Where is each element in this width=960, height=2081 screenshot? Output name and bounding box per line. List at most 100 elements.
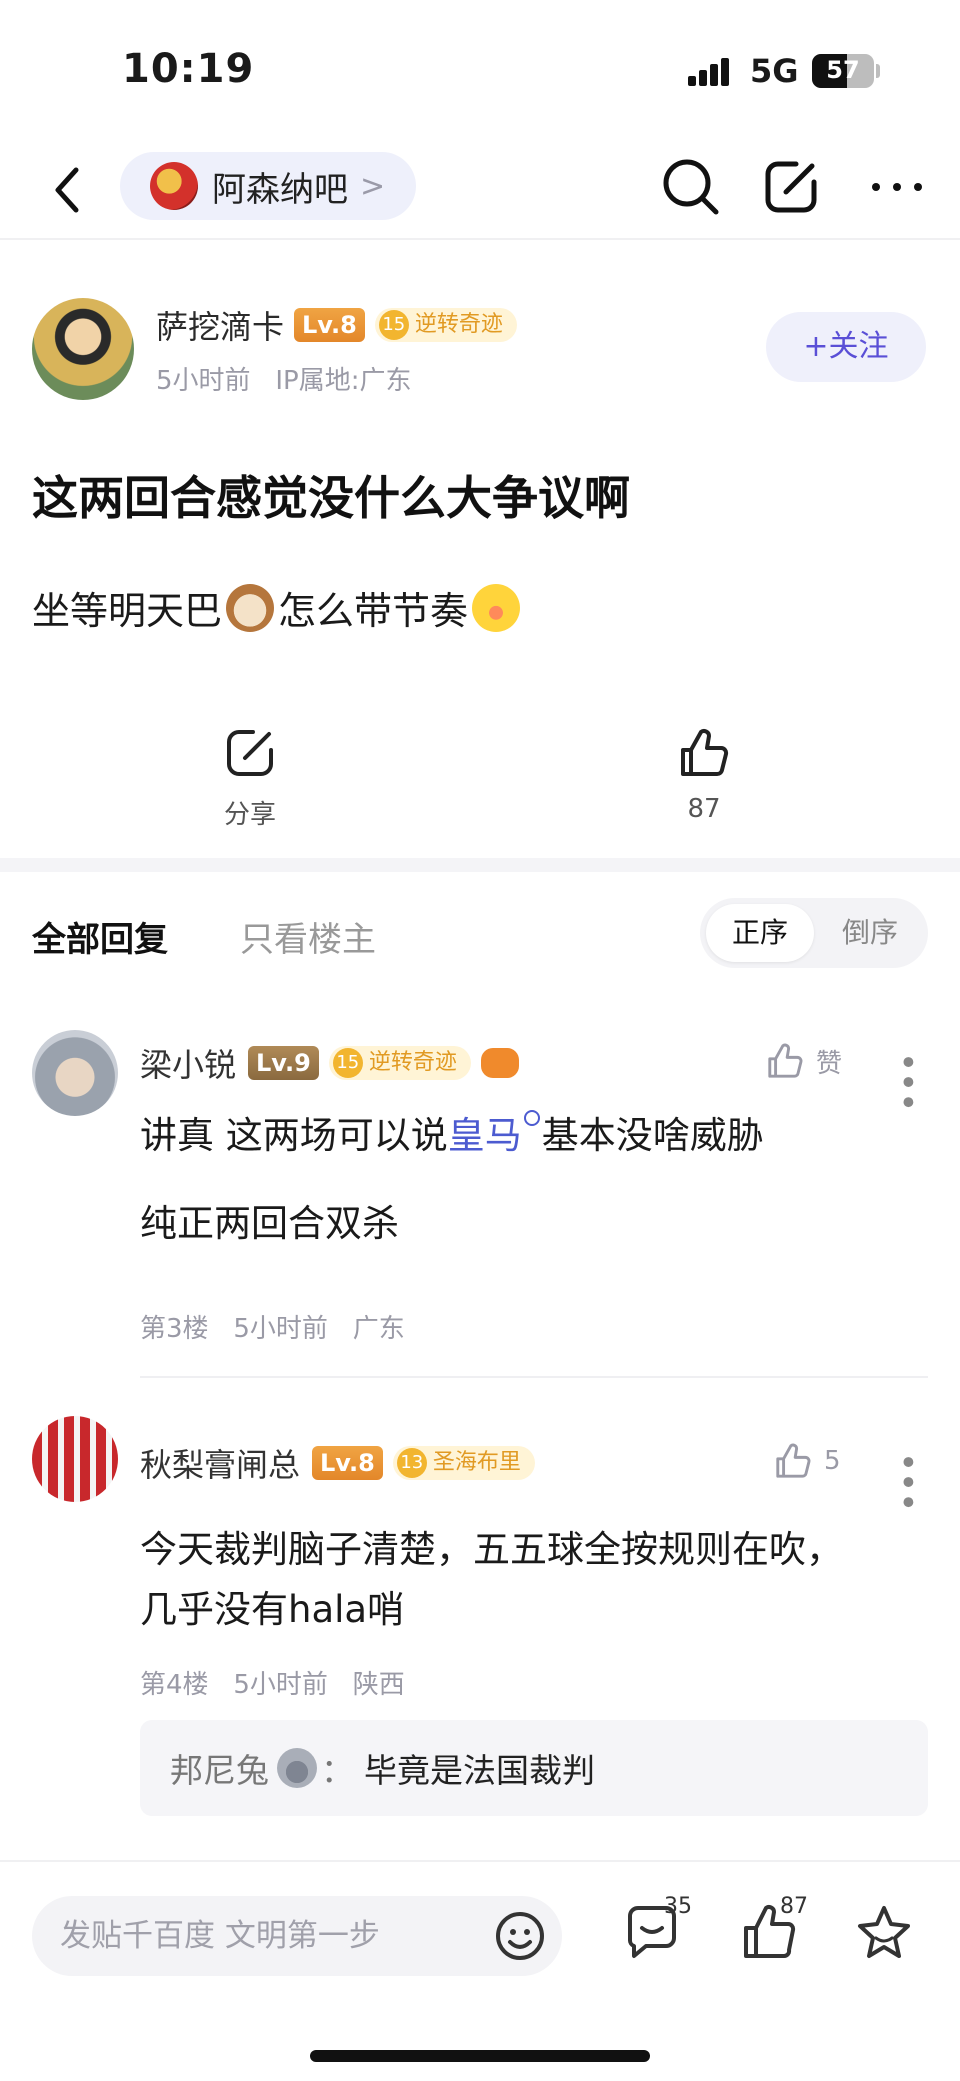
comment-text-line: 纯正两回合双杀: [140, 1202, 399, 1245]
dog-emoji-icon: [226, 583, 275, 632]
title-badge: 13 圣海布里: [392, 1446, 535, 1480]
title-badge: 15 逆转奇迹: [328, 1046, 471, 1080]
search-icon[interactable]: [656, 152, 726, 222]
comment-author[interactable]: 梁小锐: [140, 1040, 236, 1086]
tab-all-replies[interactable]: 全部回复: [32, 912, 168, 961]
share-icon: [227, 730, 273, 776]
comment-text-line: 今天裁判脑子清楚，五五球全按规则在吹，: [140, 1528, 843, 1571]
battery-level: 57: [826, 56, 860, 84]
comment-divider: [140, 1376, 928, 1378]
comment-like-button[interactable]: 赞: [764, 1040, 842, 1082]
comment-like-label: 赞: [816, 1048, 843, 1079]
thumbs-up-icon: [768, 1043, 803, 1078]
title-badge: 15 逆转奇迹: [374, 308, 517, 342]
battery-tip: [876, 64, 880, 78]
like-count: 87: [687, 794, 721, 824]
signal-icon: [688, 56, 738, 86]
battery-icon: 57: [812, 54, 874, 88]
network-label: 5G: [750, 52, 799, 90]
comment-header: 梁小锐 Lv.9 15 逆转奇迹: [140, 1040, 519, 1086]
comment-text-line: 几乎没有hala哨: [140, 1588, 405, 1631]
more-vertical-icon[interactable]: •••: [887, 1452, 927, 1512]
chevron-right-icon: >: [360, 168, 386, 204]
title-text: 逆转奇迹: [414, 312, 503, 337]
floor-number: 第3楼: [140, 1314, 209, 1344]
home-indicator: [310, 2050, 650, 2062]
thumbs-up-icon: [776, 1443, 811, 1478]
sub-reply[interactable]: 邦尼兔 ： 毕竟是法国裁判: [140, 1720, 928, 1816]
share-button[interactable]: 分享: [180, 724, 320, 831]
post-author-row: 萨挖滴卡 Lv.8 15 逆转奇迹 5小时前 IP属地:广东 +关注: [0, 290, 960, 410]
comment-time: 5小时前: [233, 1670, 328, 1700]
comment-header: 秋梨膏闸总 Lv.8 13 圣海布里: [140, 1440, 535, 1486]
sort-toggle: 正序 倒序: [700, 898, 928, 968]
post-body-part1: 坐等明天巴: [32, 589, 223, 633]
comment-meta: 第3楼 5小时前 广东: [140, 1308, 405, 1345]
comment-text-part: 基本没啥威胁: [541, 1114, 764, 1157]
author-name-row: 萨挖滴卡 Lv.8 15 逆转奇迹: [156, 302, 517, 348]
back-icon[interactable]: [40, 160, 100, 220]
emoji-picker-icon[interactable]: [492, 1908, 548, 1964]
share-label: 分享: [223, 800, 276, 830]
title-level: 13: [396, 1448, 427, 1478]
avatar[interactable]: [32, 298, 134, 400]
thumbs-up-icon: [681, 729, 729, 776]
comment-meta: 第4楼 5小时前 陕西: [140, 1664, 405, 1701]
floor-number: 第4楼: [140, 1670, 209, 1700]
more-icon[interactable]: [862, 152, 932, 222]
bottom-bar: 35 87: [0, 1860, 960, 2000]
reply-tabs: 全部回复 只看楼主 正序 倒序: [0, 894, 960, 994]
title-text: 圣海布里: [432, 1450, 521, 1475]
post-actions: 分享 87: [0, 724, 960, 854]
title-text: 逆转奇迹: [368, 1050, 457, 1075]
post-ip: IP属地:广东: [275, 366, 412, 396]
comment-like-count: 5: [824, 1446, 841, 1476]
clock: 10:19: [122, 46, 255, 92]
post-body: 坐等明天巴 怎么带节奏: [32, 580, 524, 635]
level-badge: Lv.8: [312, 1446, 383, 1480]
comment-author[interactable]: 秋梨膏闸总: [140, 1440, 300, 1486]
post-meta: 5小时前 IP属地:广东: [156, 360, 411, 397]
avatar[interactable]: [32, 1030, 118, 1116]
follow-button[interactable]: +关注: [766, 312, 926, 382]
post-time: 5小时前: [156, 366, 251, 396]
avatar[interactable]: [32, 1416, 118, 1502]
compose-box: [32, 1896, 562, 1976]
author-name[interactable]: 萨挖滴卡: [156, 302, 284, 348]
sub-reply-separator: ：: [321, 1751, 354, 1790]
game-controller-icon: [480, 1048, 519, 1078]
like-button[interactable]: 87: [634, 724, 774, 824]
sub-reply-author[interactable]: 邦尼兔: [170, 1744, 269, 1792]
tab-owner-only[interactable]: 只看楼主: [240, 912, 376, 961]
topic-link[interactable]: 皇马: [448, 1114, 522, 1157]
laugh-emoji-icon: [472, 583, 521, 632]
more-vertical-icon[interactable]: •••: [887, 1052, 927, 1112]
sub-reply-text: 毕竟是法国裁判: [364, 1751, 595, 1790]
comment-location: 陕西: [352, 1670, 405, 1700]
post-body-part2: 怎么带节奏: [278, 589, 469, 633]
forum-logo: [150, 162, 198, 210]
comment-time: 5小时前: [233, 1314, 328, 1344]
forum-name: 阿森纳吧: [212, 169, 348, 210]
sort-ascending-button[interactable]: 正序: [706, 904, 814, 962]
title-level: 15: [378, 310, 409, 340]
top-nav: 阿森纳吧 >: [0, 140, 960, 240]
forum-pill[interactable]: 阿森纳吧 >: [120, 152, 416, 220]
section-divider: [0, 858, 960, 872]
star-icon[interactable]: [852, 1900, 916, 1964]
comment-location: 广东: [352, 1314, 405, 1344]
link-mark-icon: [523, 1110, 540, 1126]
comment-count: 35: [664, 1894, 692, 1919]
koala-emoji-icon: [277, 1748, 317, 1788]
comment-text-part: 讲真 这两场可以说: [140, 1114, 448, 1157]
bottom-like-count: 87: [780, 1894, 808, 1919]
sort-descending-button[interactable]: 倒序: [816, 904, 924, 962]
level-badge: Lv.8: [294, 308, 365, 342]
comment-like-button[interactable]: 5: [772, 1440, 841, 1482]
comment-text-line: 讲真 这两场可以说皇马 基本没啥威胁: [140, 1106, 764, 1166]
compose-input[interactable]: [60, 1896, 480, 1976]
post-title: 这两回合感觉没什么大争议啊: [32, 471, 630, 525]
edit-icon[interactable]: [756, 152, 826, 222]
status-bar: 10:19 5G 57: [0, 0, 960, 140]
level-badge: Lv.9: [248, 1046, 319, 1080]
